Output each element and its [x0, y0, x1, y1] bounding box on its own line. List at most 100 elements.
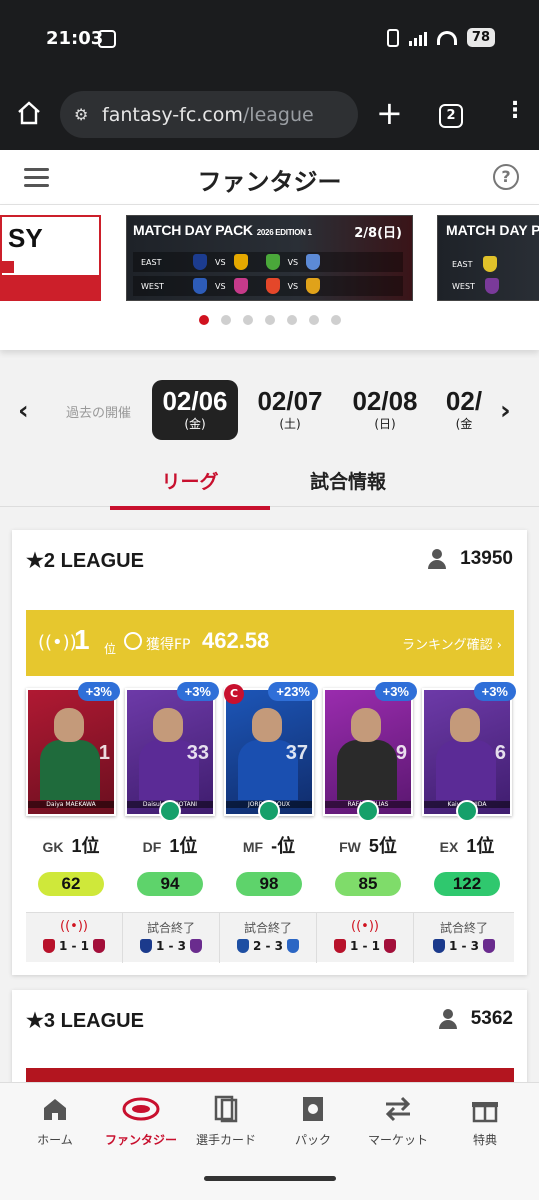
nav-fantasy[interactable]: ファンタジー: [96, 1093, 186, 1148]
nav-home[interactable]: ホーム: [10, 1093, 100, 1148]
banner-date: 2/8(日): [354, 226, 402, 241]
match-cell[interactable]: ((•)) 1 - 1: [317, 913, 414, 963]
league-card[interactable]: ★3 LEAGUE 5362: [12, 990, 527, 1090]
banner-west-label: WEST: [141, 281, 164, 291]
nav-label: ホーム: [37, 1133, 73, 1147]
carousel-dot[interactable]: [308, 315, 319, 325]
banner-prev[interactable]: SY: [0, 215, 101, 301]
past-events-label: 過去の開催: [66, 406, 132, 421]
team-crest-icon: [93, 939, 106, 953]
points-pill: 62: [38, 872, 104, 896]
chevron-right-icon[interactable]: ›: [500, 396, 511, 426]
home-indicator[interactable]: [204, 1176, 336, 1181]
tab-match-info[interactable]: 試合情報: [268, 467, 428, 494]
percent-badge: +3%: [176, 682, 219, 701]
carousel-dot[interactable]: [264, 315, 275, 325]
banner-next[interactable]: MATCH DAY PACK EAST WEST: [437, 215, 539, 301]
home-icon[interactable]: [16, 100, 42, 132]
match-status: 試合終了: [439, 921, 488, 935]
match-cell[interactable]: ((•)) 1 - 1: [26, 913, 123, 963]
player-card-gk[interactable]: 1 Daiya MAEKAWA +3%: [26, 682, 120, 816]
chevron-left-icon[interactable]: ‹: [18, 396, 29, 426]
percent-badge: +3%: [77, 682, 120, 701]
tab-switcher-button[interactable]: 2: [439, 104, 463, 128]
match-score: 2 - 3: [252, 939, 284, 953]
carousel-dot[interactable]: [198, 315, 209, 325]
match-cell[interactable]: 試合終了 1 - 3: [123, 913, 220, 963]
tab-league[interactable]: リーグ: [110, 467, 270, 510]
nav-rewards[interactable]: 特典: [440, 1093, 530, 1148]
points-pill: 122: [434, 872, 500, 896]
carousel-dot[interactable]: [220, 315, 231, 325]
bus-icon: [98, 30, 116, 48]
banner-prev-text: SY: [8, 223, 43, 253]
league-card[interactable]: ★2 LEAGUE 13950 ((•)) 1 位 獲得FP 462.58 ラン…: [12, 530, 527, 975]
carousel-dot[interactable]: [242, 315, 253, 325]
match-results: ((•)) 1 - 1 試合終了 1 - 3 試合終了 2 - 3 ((•)) …: [26, 912, 514, 963]
nav-label: 特典: [472, 1133, 497, 1147]
league-name: ★2 LEAGUE: [26, 550, 144, 572]
date-chip[interactable]: 02/07 (土): [247, 380, 333, 440]
gesture-bar: [0, 1156, 539, 1200]
help-icon[interactable]: ?: [493, 164, 519, 190]
carousel-dots: [0, 315, 539, 325]
points-pill: 98: [236, 872, 302, 896]
match-score: 1 - 3: [155, 939, 187, 953]
ranking-link[interactable]: ランキング確認 ›: [402, 634, 502, 653]
boot-icon: [357, 800, 379, 822]
gift-icon: [440, 1093, 530, 1125]
browser-toolbar: ⚙ fantasy-fc.com/league + 2 ⋮: [0, 80, 539, 150]
nav-label: ファンタジー: [104, 1133, 177, 1147]
url-bar[interactable]: ⚙ fantasy-fc.com/league: [60, 91, 358, 138]
player-number: 9: [395, 742, 407, 764]
site-settings-icon[interactable]: ⚙: [74, 105, 94, 124]
signal-icon: [408, 30, 427, 46]
more-menu-icon[interactable]: ⋮: [504, 98, 526, 123]
points-row: 62 94 98 85 122: [26, 872, 514, 898]
match-status: 試合終了: [146, 921, 195, 935]
position-rank: 1位: [71, 836, 100, 856]
nav-player-cards[interactable]: 選手カード: [181, 1093, 271, 1148]
live-icon: ((•)): [38, 632, 77, 653]
rank-summary-bar[interactable]: ((•)) 1 位 獲得FP 462.58 ランキング確認 ›: [26, 610, 514, 676]
home-icon: [10, 1093, 100, 1125]
fp-label: 獲得FP: [146, 637, 191, 653]
match-cell[interactable]: 試合終了 2 - 3: [220, 913, 317, 963]
rank-value: 1: [74, 624, 90, 655]
boot-icon: [159, 800, 181, 822]
points-pill: 94: [137, 872, 203, 896]
nav-pack[interactable]: パック: [268, 1093, 358, 1148]
player-card-mf[interactable]: 37 JORDY CROUX C +23%: [224, 682, 318, 822]
nav-label: マーケット: [367, 1133, 428, 1147]
team-crest-icon: [384, 939, 397, 953]
url-path: /league: [242, 103, 314, 126]
cards-icon: [181, 1093, 271, 1125]
position-label: DF: [142, 839, 162, 855]
date-chip[interactable]: 02/ (金: [440, 380, 488, 440]
player-card-ex[interactable]: 6 Kaiyu ISHIDA +3%: [422, 682, 516, 822]
nav-market[interactable]: マーケット: [353, 1093, 443, 1148]
rank-unit: 位: [104, 642, 117, 656]
position-label: FW: [339, 839, 361, 855]
player-number: 37: [285, 742, 308, 764]
person-icon: [428, 549, 447, 569]
carousel-dot[interactable]: [330, 315, 341, 325]
player-card-fw[interactable]: 9 RAFAEL ELIAS +3%: [323, 682, 417, 822]
ball-icon: [124, 632, 142, 650]
position-rank: -位: [271, 836, 296, 856]
match-cell[interactable]: 試合終了 1 - 3: [414, 913, 514, 963]
date-chip[interactable]: 02/06 (金): [152, 380, 238, 440]
wifi-icon: [436, 30, 457, 45]
player-number: 1: [98, 742, 110, 764]
team-crest-icon: [236, 939, 249, 953]
match-status: ((•)): [60, 919, 88, 934]
position-ranks: GK 1位 DF 1位 MF -位 FW 5位 EX 1位: [26, 832, 514, 862]
league-name: ★3 LEAGUE: [26, 1010, 144, 1032]
carousel-dot[interactable]: [286, 315, 297, 325]
team-crest-icon: [432, 939, 445, 953]
captain-badge: C: [224, 684, 244, 704]
date-chip[interactable]: 02/08 (日): [342, 380, 428, 440]
player-card-df[interactable]: 33 Daisuke SHIOTANI +3%: [125, 682, 219, 822]
new-tab-icon[interactable]: +: [376, 94, 403, 132]
banner-match-day-pack[interactable]: MATCH DAY PACK 2026 EDITION 1 2/8(日) EAST…: [126, 215, 413, 301]
